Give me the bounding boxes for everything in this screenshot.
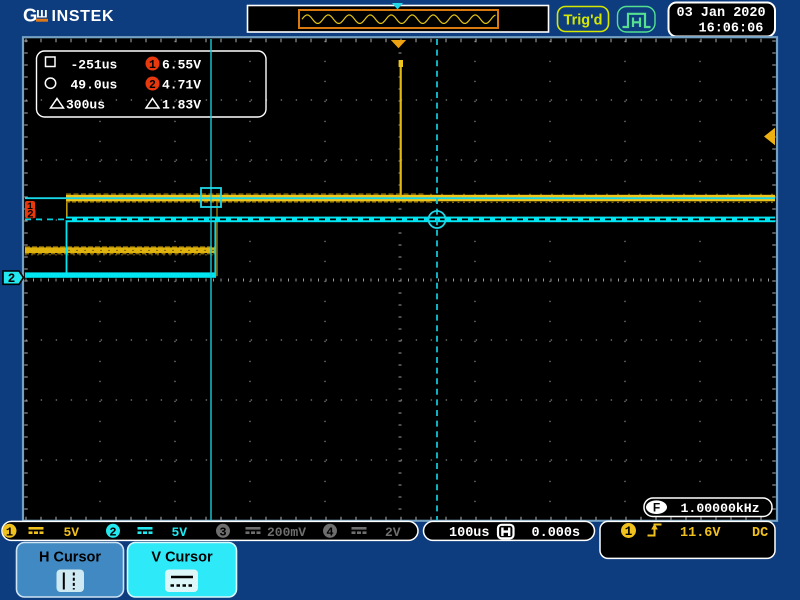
svg-text:4: 4 <box>326 525 333 539</box>
svg-text:5V: 5V <box>172 525 188 540</box>
svg-text:Trig'd: Trig'd <box>564 13 603 29</box>
svg-text:200mV: 200mV <box>267 525 306 540</box>
svg-text:F: F <box>653 501 660 515</box>
svg-text:0.000s: 0.000s <box>532 526 581 541</box>
svg-text:03 Jan 2020: 03 Jan 2020 <box>677 6 766 21</box>
svg-text:H Cursor: H Cursor <box>39 550 101 566</box>
svg-text:4.71V: 4.71V <box>162 78 201 93</box>
svg-text:11.6V: 11.6V <box>680 526 721 541</box>
svg-text:INSTEK: INSTEK <box>52 8 114 25</box>
svg-text:V Cursor: V Cursor <box>151 550 213 566</box>
svg-text:1: 1 <box>6 525 13 539</box>
svg-text:1.83V: 1.83V <box>162 98 201 113</box>
svg-text:1: 1 <box>625 525 633 539</box>
svg-text:2V: 2V <box>385 525 401 540</box>
svg-text:3: 3 <box>219 525 226 539</box>
svg-text:2: 2 <box>27 209 34 221</box>
svg-text:-251us: -251us <box>71 58 118 73</box>
svg-text:300us: 300us <box>66 98 105 113</box>
svg-text:2: 2 <box>109 525 116 539</box>
svg-text:5V: 5V <box>64 525 80 540</box>
svg-text:1.00000kHz: 1.00000kHz <box>681 501 760 516</box>
svg-text:2: 2 <box>149 79 156 92</box>
svg-text:DC: DC <box>752 526 768 541</box>
svg-text:ш: ш <box>36 6 48 21</box>
svg-text:16:06:06: 16:06:06 <box>699 22 764 37</box>
svg-text:1: 1 <box>149 59 156 72</box>
svg-text:49.0us: 49.0us <box>71 78 118 93</box>
svg-text:6.55V: 6.55V <box>162 58 201 73</box>
svg-text:2: 2 <box>8 272 16 286</box>
svg-text:100us: 100us <box>449 526 490 541</box>
